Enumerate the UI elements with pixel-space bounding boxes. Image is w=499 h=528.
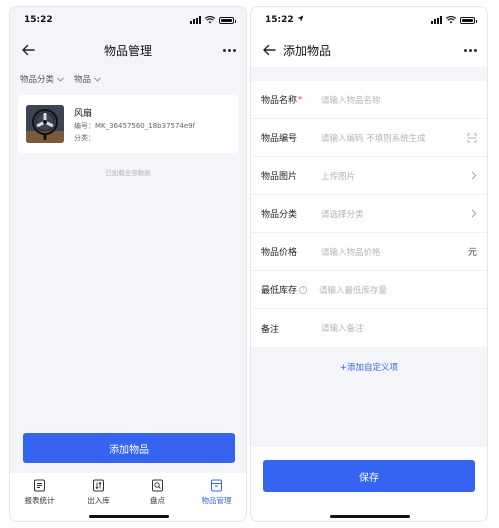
goods-management-screen: 15:22 物品管理 物品分类 物品 风扇 编号：MK_36457560_18b… — [9, 6, 247, 522]
field-label: 物品名称 * — [261, 95, 303, 106]
tab-report-label: 报表统计 — [24, 496, 55, 505]
home-indicator — [330, 515, 410, 518]
nav-bar: 物品管理 — [10, 33, 246, 67]
field-goods-image[interactable]: 物品图片 上传图片 — [251, 157, 487, 195]
more-icon[interactable] — [223, 42, 236, 58]
page-title: 物品管理 — [103, 43, 152, 58]
page-title: 添加物品 — [283, 43, 332, 58]
filter-bar: 物品分类 物品 — [10, 67, 246, 91]
tab-inout-label: 出入库 — [87, 496, 110, 505]
goods-code: 编号：MK_36457560_18b37574e9f — [74, 121, 196, 130]
status-bar: 15:22 — [10, 7, 246, 33]
min-stock-input[interactable]: 请输入最低库存量 — [319, 284, 477, 296]
filter-goods-label: 物品 — [74, 75, 92, 85]
add-goods-form: 物品名称 * 请输入物品名称 物品编号 请输入编码 不填则系统生成 物品图片 上传… — [251, 81, 487, 347]
back-arrow-icon[interactable] — [20, 42, 36, 58]
goods-category-select[interactable]: 请选择分类 — [321, 208, 471, 220]
inout-icon — [93, 479, 104, 492]
field-label: 物品价格 — [261, 248, 298, 258]
battery-icon — [219, 16, 236, 24]
battery-icon — [460, 16, 477, 24]
field-label: 最低库存? — [261, 283, 319, 296]
signal-icon — [190, 16, 201, 24]
field-label: 物品图片 — [261, 172, 298, 182]
location-arrow-icon — [297, 15, 304, 22]
price-unit: 元 — [467, 248, 477, 258]
report-icon — [34, 479, 45, 492]
filter-category-label: 物品分类 — [20, 75, 55, 85]
loaded-all-text: 已加载全部数据 — [105, 169, 151, 177]
field-label: 备注 — [261, 324, 280, 335]
field-label: 物品编号 — [261, 134, 298, 144]
goods-category: 分类： — [74, 133, 95, 142]
field-remark[interactable]: 备注 请输入备注 — [251, 309, 487, 347]
field-goods-code[interactable]: 物品编号 请输入编码 不填则系统生成 — [251, 119, 487, 157]
help-icon[interactable]: ? — [299, 285, 308, 294]
status-icons — [431, 16, 477, 24]
tab-goods-label: 物品管理 — [201, 496, 232, 505]
goods-name-input[interactable]: 请输入物品名称 — [321, 94, 477, 106]
field-goods-price[interactable]: 物品价格 请输入物品价格 元 — [251, 233, 487, 271]
chevron-right-icon — [471, 171, 477, 180]
tab-inventory-label: 盘点 — [150, 496, 165, 505]
chevron-down-icon — [57, 76, 64, 82]
wifi-icon — [446, 16, 456, 24]
required-mark: * — [298, 95, 303, 104]
add-custom-field-link[interactable]: +添加自定义项 — [251, 361, 487, 373]
wifi-icon — [205, 16, 215, 24]
add-goods-screen: 15:22 添加物品 物品名称 * 请输入物品名称 物品编号 请输入编码 不填则系… — [250, 6, 488, 522]
home-indicator — [89, 515, 169, 518]
goods-name: 风扇 — [74, 108, 93, 119]
filter-goods[interactable]: 物品 — [74, 73, 101, 85]
signal-icon — [431, 16, 442, 24]
tab-goods[interactable]: 物品管理 — [187, 473, 246, 521]
scan-icon[interactable] — [467, 133, 477, 143]
fan-image — [26, 105, 64, 143]
field-min-stock[interactable]: 最低库存? 请输入最低库存量 — [251, 271, 487, 309]
goods-price-input[interactable]: 请输入物品价格 — [321, 246, 468, 258]
chevron-down-icon — [94, 76, 101, 82]
more-icon[interactable] — [464, 42, 477, 58]
filter-category[interactable]: 物品分类 — [20, 73, 64, 85]
field-label: 物品分类 — [261, 210, 298, 220]
status-icons — [190, 16, 236, 24]
remark-input[interactable]: 请输入备注 — [321, 322, 477, 334]
status-bar: 15:22 — [251, 7, 487, 33]
chevron-right-icon — [471, 209, 477, 218]
nav-bar: 添加物品 — [251, 33, 487, 67]
status-time: 15:22 — [24, 15, 53, 25]
goods-code-input[interactable]: 请输入编码 不填则系统生成 — [321, 132, 467, 144]
add-goods-button[interactable]: 添加物品 — [23, 433, 235, 463]
goods-info: 风扇 编号：MK_36457560_18b37574e9f 分类： — [74, 106, 195, 143]
field-goods-name[interactable]: 物品名称 * 请输入物品名称 — [251, 81, 487, 119]
inventory-icon — [152, 479, 163, 492]
goods-thumbnail — [26, 105, 64, 143]
status-time: 15:22 — [265, 15, 304, 25]
field-goods-category[interactable]: 物品分类 请选择分类 — [251, 195, 487, 233]
tab-report[interactable]: 报表统计 — [10, 473, 69, 521]
goods-icon — [211, 479, 222, 492]
back-arrow-icon[interactable] — [261, 42, 277, 58]
goods-list-item[interactable]: 风扇 编号：MK_36457560_18b37574e9f 分类： — [18, 95, 238, 153]
save-button[interactable]: 保存 — [263, 460, 475, 492]
goods-image-upload[interactable]: 上传图片 — [321, 170, 471, 182]
